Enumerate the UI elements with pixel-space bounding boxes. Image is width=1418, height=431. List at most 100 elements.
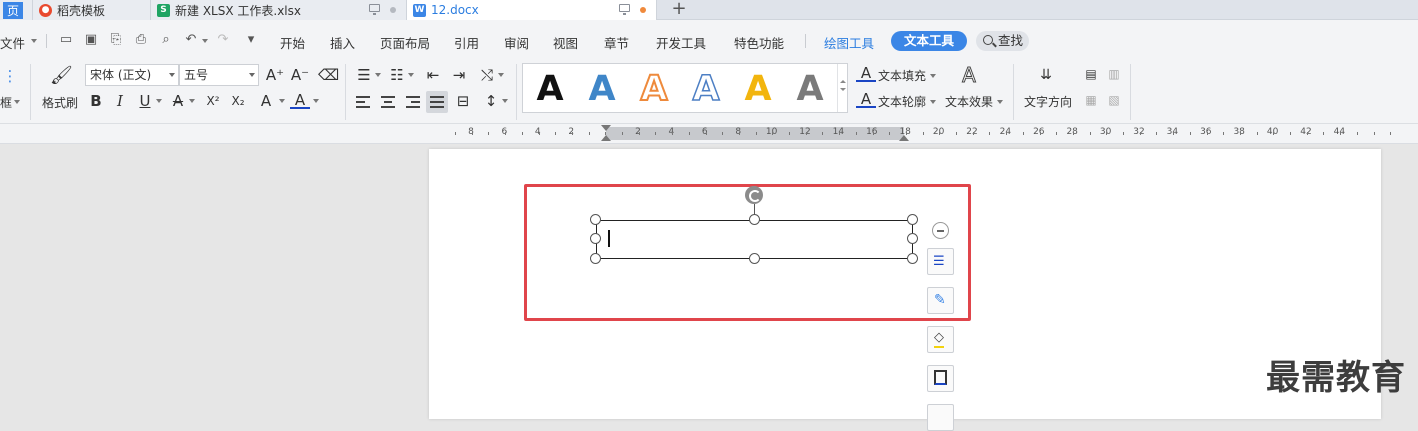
monitor-icon[interactable] xyxy=(619,4,630,15)
align-center-icon[interactable] xyxy=(381,96,395,108)
chevron-down-icon[interactable] xyxy=(189,99,195,103)
chevron-down-icon[interactable] xyxy=(930,74,936,78)
text-direction-label[interactable]: 文字方向 xyxy=(1024,93,1072,110)
format-painter-label[interactable]: 格式刷 xyxy=(42,94,78,111)
textbox-unlink-icon[interactable]: ▧ xyxy=(1104,90,1124,110)
redo-icon[interactable]: ↷ xyxy=(216,33,230,47)
format-painter-icon[interactable]: 🖌 xyxy=(50,66,73,86)
text-fill-icon[interactable]: A xyxy=(856,64,876,82)
clear-format-icon[interactable]: ⌫ xyxy=(318,65,339,85)
tab-home[interactable]: 页 xyxy=(0,0,33,20)
menu-developer[interactable]: 开发工具 xyxy=(656,33,706,52)
resize-handle[interactable] xyxy=(590,233,601,244)
align-left-icon[interactable] xyxy=(356,96,370,108)
menu-insert[interactable]: 插入 xyxy=(330,33,355,52)
outline-button[interactable] xyxy=(927,365,954,392)
chevron-down-icon[interactable] xyxy=(14,100,20,104)
resize-handle[interactable] xyxy=(907,253,918,264)
menu-chapter[interactable]: 章节 xyxy=(604,33,629,52)
rotate-icon[interactable] xyxy=(745,186,763,204)
more-options-button[interactable] xyxy=(927,404,954,431)
shape-style-button[interactable]: ✎ xyxy=(927,287,954,314)
chevron-down-icon[interactable] xyxy=(156,99,162,103)
menu-view[interactable]: 视图 xyxy=(553,33,578,52)
menu-start[interactable]: 开始 xyxy=(280,33,305,52)
tab-xlsx-file[interactable]: S 新建 XLSX 工作表.xlsx xyxy=(151,0,407,20)
text-outline-label[interactable]: 文本轮廓 xyxy=(878,93,926,110)
superscript-button[interactable]: X² xyxy=(203,91,223,111)
save-icon[interactable]: ▣ xyxy=(84,33,98,47)
text-outline-icon[interactable]: A xyxy=(856,90,876,108)
resize-handle[interactable] xyxy=(749,253,760,264)
search-button[interactable]: 查找 xyxy=(976,31,1029,51)
numbered-list-icon[interactable]: ☷ xyxy=(387,65,407,85)
new-tab-button[interactable]: + xyxy=(667,0,691,20)
menu-references[interactable]: 引用 xyxy=(454,33,479,52)
chevron-up-icon[interactable] xyxy=(840,80,846,83)
increase-indent-icon[interactable]: ⇥ xyxy=(449,65,469,85)
text-style-preset[interactable]: A xyxy=(687,69,725,109)
text-style-preset[interactable]: A xyxy=(635,69,673,109)
text-effect-icon[interactable]: A xyxy=(959,65,979,86)
left-group-label[interactable]: 框 xyxy=(0,94,12,111)
chevron-down-icon[interactable] xyxy=(408,73,414,77)
chevron-down-icon[interactable] xyxy=(313,99,319,103)
resize-handle[interactable] xyxy=(749,214,760,225)
textbox-align-icon[interactable]: ▤ xyxy=(1081,64,1101,84)
decrease-indent-icon[interactable]: ⇤ xyxy=(423,65,443,85)
tab-docx-file[interactable]: W 12.docx xyxy=(407,0,657,20)
tab-docer-templates[interactable]: ● 稻壳模板 xyxy=(33,0,151,20)
chevron-down-icon[interactable] xyxy=(502,99,508,103)
export-icon[interactable]: ⎘ xyxy=(109,33,123,47)
bold-button[interactable]: B xyxy=(86,91,106,111)
menu-special-features[interactable]: 特色功能 xyxy=(734,33,784,52)
textbox-link-icon[interactable]: ▦ xyxy=(1081,90,1101,110)
distributed-align-icon[interactable]: ⊟ xyxy=(453,91,473,111)
menu-page-layout[interactable]: 页面布局 xyxy=(380,33,430,52)
align-right-icon[interactable] xyxy=(406,96,420,108)
collapse-icon[interactable] xyxy=(932,222,949,239)
layout-options-button[interactable]: ☰ xyxy=(927,248,954,275)
font-size-select[interactable]: 五号 xyxy=(179,64,259,86)
highlight-button[interactable]: A xyxy=(256,91,276,111)
print-icon[interactable]: ⎙ xyxy=(134,33,148,47)
italic-button[interactable]: I xyxy=(110,91,130,111)
strikethrough-button[interactable]: A xyxy=(168,91,188,111)
print-preview-icon[interactable]: ⌕ xyxy=(159,33,173,47)
underline-button[interactable]: U xyxy=(135,91,155,111)
chevron-down-icon[interactable] xyxy=(498,73,504,77)
chevron-down-icon[interactable] xyxy=(279,99,285,103)
chevron-down-icon[interactable] xyxy=(930,100,936,104)
text-style-preset[interactable]: A xyxy=(739,70,777,108)
horizontal-ruler[interactable]: 8642246810121416182022242628303234363840… xyxy=(0,124,1418,144)
resize-handle[interactable] xyxy=(590,253,601,264)
menu-review[interactable]: 审阅 xyxy=(504,33,529,52)
chevron-down-icon[interactable] xyxy=(840,88,846,91)
text-direction-icon[interactable]: ⇊ xyxy=(1036,65,1056,85)
bullet-list-icon[interactable]: ☰ xyxy=(354,65,374,85)
shrink-font-button[interactable]: A⁻ xyxy=(290,65,310,85)
textbox-icon[interactable]: ⋮ xyxy=(0,66,20,86)
chinese-layout-icon[interactable]: ⤭ xyxy=(477,65,497,85)
subscript-button[interactable]: X₂ xyxy=(228,91,248,111)
chevron-down-icon[interactable] xyxy=(375,73,381,77)
undo-dropdown-icon[interactable] xyxy=(202,39,208,43)
open-folder-icon[interactable]: ▭ xyxy=(59,33,73,47)
font-color-button[interactable]: A xyxy=(290,91,310,109)
textbox-fit-icon[interactable]: ▥ xyxy=(1104,64,1124,84)
resize-handle[interactable] xyxy=(590,214,601,225)
chevron-down-icon[interactable] xyxy=(997,100,1003,104)
text-tools-tab[interactable]: 文本工具 xyxy=(891,31,968,51)
text-style-preset[interactable]: A xyxy=(583,70,621,108)
file-menu[interactable]: 文件 xyxy=(0,33,25,52)
drawing-tools-tab[interactable]: 绘图工具 xyxy=(824,33,874,52)
text-style-preset[interactable]: A xyxy=(791,70,829,108)
resize-handle[interactable] xyxy=(907,214,918,225)
customize-icon[interactable]: ▾ xyxy=(244,33,258,47)
line-spacing-icon[interactable]: ↕ xyxy=(481,91,501,111)
chevron-down-icon[interactable] xyxy=(31,39,37,43)
first-line-indent-marker[interactable] xyxy=(601,125,611,131)
justify-icon[interactable] xyxy=(430,96,444,108)
text-effect-label[interactable]: 文本效果 xyxy=(945,93,993,110)
grow-font-button[interactable]: A⁺ xyxy=(265,65,285,85)
